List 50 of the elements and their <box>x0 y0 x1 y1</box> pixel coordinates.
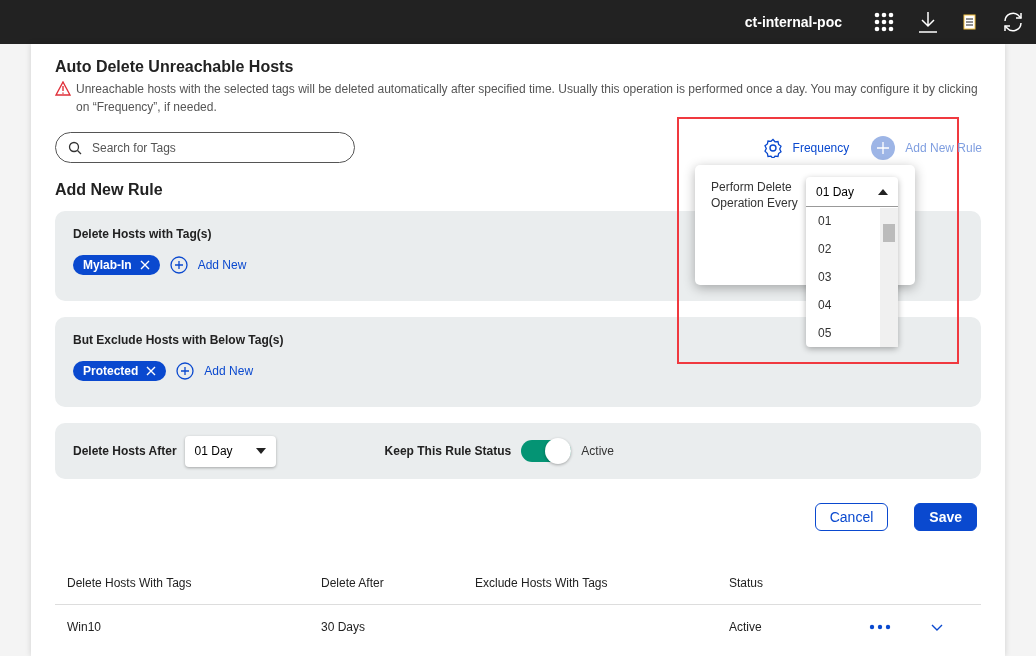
section-title: Add New Rule <box>55 181 163 199</box>
table-cell-text: Win10 <box>67 620 102 634</box>
column-header: Delete Hosts With Tags <box>67 575 193 590</box>
caret-icon <box>255 448 266 454</box>
warning-text: Unreachable hosts with the selected tags will be deleted automatically after specified time. Usually this operation is performed once a day. You may configure it by clicking on “Frequency”, if needed. <box>76 81 979 116</box>
frequency-dropdown[interactable]: 01 Day 01 02 03 04 05 <box>806 177 898 347</box>
table-cell-text: Active <box>729 620 763 634</box>
tag-chip[interactable]: Mylab-In <box>73 255 160 275</box>
workspace-name[interactable]: ct-internal-poc <box>744 14 842 30</box>
add-new-link[interactable]: Add New <box>176 362 254 380</box>
settings-icon <box>762 137 783 158</box>
document-icon[interactable] <box>962 13 978 31</box>
download-icon[interactable] <box>918 11 938 33</box>
plus-circle-icon <box>169 256 188 274</box>
table-cell-text: 30 Days <box>321 620 367 634</box>
page-title: Auto Delete Unreachable Hosts <box>55 58 295 76</box>
search-icon <box>68 140 82 155</box>
apps-grid-icon[interactable] <box>874 12 894 32</box>
column-header: Exclude Hosts With Tags <box>475 575 609 590</box>
dropdown-option[interactable]: 03 <box>806 263 880 291</box>
dropdown-option[interactable]: 04 <box>806 291 880 319</box>
delete-after-select[interactable]: 01 Day <box>184 435 276 467</box>
refresh-icon[interactable] <box>1002 11 1024 33</box>
warning-icon <box>55 81 71 96</box>
caret-icon <box>878 188 888 195</box>
more-icon[interactable] <box>869 624 891 630</box>
cancel-button[interactable]: Cancel <box>814 503 889 531</box>
tag-chip[interactable]: Protected <box>73 361 167 381</box>
close-icon[interactable] <box>139 260 150 270</box>
plus-circle-icon <box>176 362 195 380</box>
panel-title: But Exclude Hosts with Below Tag(s) <box>73 333 285 347</box>
frequency-link[interactable]: Frequency <box>762 137 850 158</box>
status-toggle[interactable] <box>521 440 572 462</box>
save-button[interactable]: Save <box>914 503 977 531</box>
scrollbar[interactable] <box>880 208 898 347</box>
plus-circle-icon <box>871 135 896 160</box>
dropdown-option[interactable]: 05 <box>806 319 880 347</box>
column-header: Delete After <box>321 575 385 590</box>
dropdown-option[interactable]: 01 <box>806 207 880 235</box>
dropdown-value: 01 Day <box>816 184 855 199</box>
close-icon[interactable] <box>146 366 157 376</box>
popover-label: Perform Delete Operation Every <box>711 179 799 211</box>
column-header: Status <box>729 575 765 590</box>
panel-title: Delete Hosts with Tag(s) <box>73 227 213 241</box>
field-label: Delete Hosts After <box>73 444 177 458</box>
status-label: Active <box>581 444 614 458</box>
chevron-down-icon[interactable] <box>931 623 943 631</box>
dropdown-option[interactable]: 02 <box>806 235 880 263</box>
field-label: Keep This Rule Status <box>384 444 512 458</box>
add-new-link[interactable]: Add New <box>169 256 247 274</box>
